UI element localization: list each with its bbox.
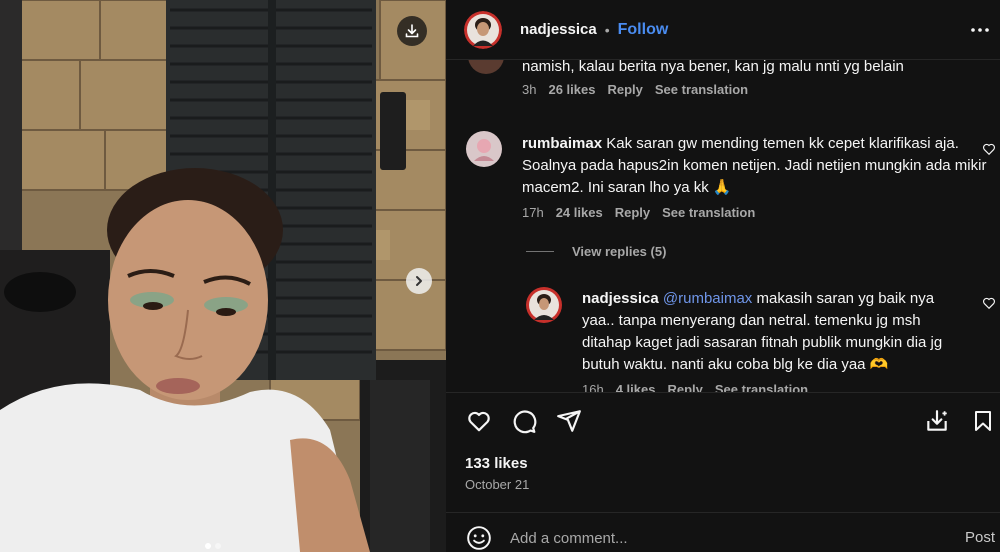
reply-button[interactable]: Reply xyxy=(615,205,650,220)
carousel-dot xyxy=(215,543,221,549)
see-translation-button[interactable]: See translation xyxy=(662,205,755,220)
view-replies-label: View replies (5) xyxy=(572,244,667,259)
comment-time[interactable]: 16h xyxy=(582,382,604,392)
avatar[interactable] xyxy=(464,10,502,49)
comment-text: namish, kalau berita nya bener, kan jg m… xyxy=(522,60,904,75)
bookmark-button[interactable] xyxy=(969,407,997,435)
comment-likes[interactable]: 26 likes xyxy=(548,82,595,97)
avatar[interactable] xyxy=(466,131,502,167)
post-side-panel: nadjessica • Follow namish, kalau berita… xyxy=(446,0,1000,552)
follow-button[interactable]: Follow xyxy=(618,21,669,39)
post-author-username[interactable]: nadjessica xyxy=(520,21,597,38)
save-to-collection-button[interactable] xyxy=(923,407,951,435)
download-button[interactable] xyxy=(397,16,427,46)
avatar[interactable] xyxy=(468,60,504,74)
avatar[interactable] xyxy=(526,287,562,323)
comment-meta: 3h 26 likes Reply See translation xyxy=(522,82,982,97)
post-header: nadjessica • Follow xyxy=(446,0,1000,60)
post-photo[interactable] xyxy=(0,0,446,552)
view-replies-line xyxy=(526,251,554,252)
comment-input[interactable] xyxy=(510,527,890,549)
comment-time[interactable]: 3h xyxy=(522,82,536,97)
share-button[interactable] xyxy=(555,407,583,435)
post-date[interactable]: October 21 xyxy=(465,477,529,492)
heart-icon xyxy=(468,411,490,432)
comment-icon xyxy=(513,410,537,434)
comment-like-heart-icon[interactable] xyxy=(982,142,996,156)
reply-avatar-image xyxy=(526,287,562,323)
like-button[interactable] xyxy=(465,407,493,435)
save-to-collection-icon xyxy=(927,410,947,431)
more-icon xyxy=(971,28,989,32)
reply-comment: nadjessica @rumbaimax makasih saran yg b… xyxy=(582,288,962,392)
comment-body: nadjessica @rumbaimax makasih saran yg b… xyxy=(582,288,962,376)
comment-button[interactable] xyxy=(510,407,538,435)
carousel-dots xyxy=(205,543,221,549)
see-translation-button[interactable]: See translation xyxy=(715,382,808,392)
comment: rumbaimax Kak saran gw mending temen kk … xyxy=(522,133,1000,220)
comment-username[interactable]: rumbaimax xyxy=(522,135,602,152)
comment-likes[interactable]: 24 likes xyxy=(556,205,603,220)
carousel-dot xyxy=(205,543,211,549)
post-comment-button[interactable]: Post xyxy=(965,529,995,546)
bookmark-icon xyxy=(975,411,991,431)
chevron-right-icon xyxy=(416,276,422,286)
commenter-avatar-image xyxy=(466,131,502,167)
likes-count[interactable]: 133 likes xyxy=(465,455,528,472)
download-icon xyxy=(405,24,419,38)
comment-meta: 17h 24 likes Reply See translation xyxy=(522,205,1000,220)
reply-button[interactable]: Reply xyxy=(607,82,642,97)
post-actions: 133 likes October 21 xyxy=(446,392,1000,512)
photo-image xyxy=(0,0,446,552)
comment-meta: 16h 4 likes Reply See translation xyxy=(582,382,962,392)
view-replies-button[interactable]: View replies (5) xyxy=(526,244,666,259)
comment: namish, kalau berita nya bener, kan jg m… xyxy=(522,60,982,97)
comment-composer: Post xyxy=(446,512,1000,552)
comment-like-heart-icon[interactable] xyxy=(982,296,996,310)
comment-likes[interactable]: 4 likes xyxy=(616,382,656,392)
comment-username[interactable]: nadjessica xyxy=(582,290,659,307)
comment-body: rumbaimax Kak saran gw mending temen kk … xyxy=(522,133,1000,199)
more-options-button[interactable] xyxy=(970,20,990,40)
user-avatar-image xyxy=(464,10,502,49)
comment-time[interactable]: 17h xyxy=(522,205,544,220)
share-icon xyxy=(557,410,581,432)
header-separator: • xyxy=(604,21,610,38)
emoji-icon[interactable] xyxy=(466,525,492,551)
see-translation-button[interactable]: See translation xyxy=(655,82,748,97)
reply-button[interactable]: Reply xyxy=(667,382,702,392)
comments-list[interactable]: namish, kalau berita nya bener, kan jg m… xyxy=(446,60,1000,392)
next-photo-button[interactable] xyxy=(406,268,432,294)
comment-mention[interactable]: @rumbaimax xyxy=(663,290,752,307)
